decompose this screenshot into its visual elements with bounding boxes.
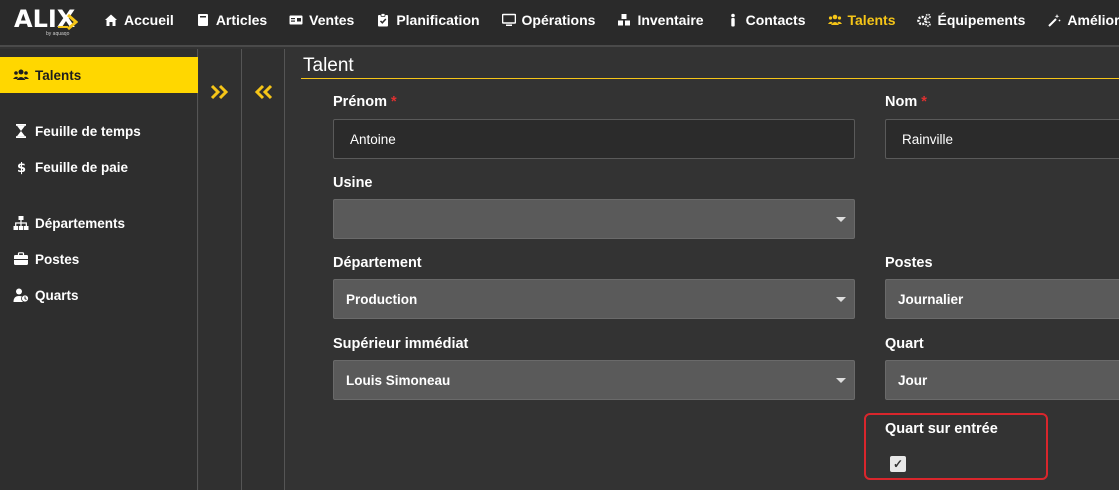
nav-inventaire[interactable]: Inventaire: [617, 12, 704, 28]
collapse-panel-column: [242, 49, 285, 490]
quart-value: Jour: [898, 372, 928, 388]
nav-articles[interactable]: Articles: [196, 12, 267, 28]
title-underline: [301, 78, 1119, 79]
expand-chevrons-icon[interactable]: [209, 82, 233, 104]
main-nav: Accueil Articles Ventes Planification Op…: [104, 0, 1119, 40]
clipboard-check-icon: [376, 13, 390, 27]
chevron-down-icon: [836, 217, 846, 222]
postes-label: Postes: [885, 255, 933, 271]
svg-text:ALIX: ALIX: [14, 5, 76, 33]
sidebar-item-label: Talents: [35, 67, 82, 83]
superieur-value: Louis Simoneau: [346, 372, 451, 388]
sidebar-item-postes[interactable]: Postes: [0, 241, 198, 277]
sidebar-item-talents[interactable]: Talents: [0, 57, 198, 93]
nav-label: Talents: [847, 12, 896, 28]
nav-label: Opérations: [521, 12, 596, 28]
nav-planification[interactable]: Planification: [376, 12, 480, 28]
collapse-chevrons-icon[interactable]: [252, 82, 276, 104]
postes-value: Journalier: [898, 291, 964, 307]
logo-subtitle: by aquaqo: [46, 31, 70, 37]
superieur-label: Supérieur immédiat: [333, 336, 469, 352]
briefcase-icon: [13, 251, 29, 267]
nav-label: Inventaire: [637, 12, 704, 28]
checkmark-icon: ✓: [892, 457, 904, 471]
quart-sur-entree-label: Quart sur entrée: [885, 421, 998, 437]
talent-form: Talent Prénom * Antoine Nom * Rainville Us…: [285, 49, 1119, 490]
hourglass-icon: [13, 123, 29, 139]
page-title: Talent: [303, 55, 354, 76]
gears-icon: [917, 13, 932, 27]
nav-ventes[interactable]: Ventes: [289, 12, 354, 28]
usine-label: Usine: [333, 175, 373, 191]
departement-label: Département: [333, 255, 422, 271]
postes-select[interactable]: Journalier: [885, 279, 1119, 319]
nav-contacts[interactable]: Contacts: [726, 12, 806, 28]
sidebar-item-label: Quarts: [35, 287, 79, 303]
nom-value: Rainville: [902, 131, 954, 147]
nav-label: Articles: [215, 12, 268, 28]
nav-talents[interactable]: Talents: [827, 12, 896, 28]
alix-logo[interactable]: ALIX by aquaqo: [14, 3, 79, 39]
sidebar-item-departements[interactable]: Départements: [0, 205, 198, 241]
nav-label: Équipements: [937, 12, 1026, 28]
magic-wand-icon: [1047, 13, 1061, 27]
chevron-down-icon: [836, 378, 846, 383]
nav-label: Planification: [396, 12, 480, 28]
book-icon: [196, 13, 210, 27]
prenom-value: Antoine: [350, 131, 396, 147]
monitor-icon: [501, 13, 516, 27]
nom-label-text: Nom: [885, 94, 918, 110]
home-icon: [104, 13, 118, 27]
sitemap-icon: [13, 215, 29, 231]
departement-value: Production: [346, 291, 418, 307]
prenom-label: Prénom *: [333, 94, 397, 110]
expand-panel-column: [199, 49, 242, 490]
required-marker: *: [391, 94, 397, 110]
users-icon: [13, 67, 29, 83]
sidebar-item-label: Départements: [35, 215, 126, 231]
usine-select[interactable]: [333, 199, 855, 239]
sidebar-item-label: Feuille de paie: [35, 159, 129, 175]
sidebar: Talents Feuille de temps $ Feuille de pa…: [0, 49, 198, 490]
sidebar-item-feuille-de-temps[interactable]: Feuille de temps: [0, 113, 198, 149]
superieur-select[interactable]: Louis Simoneau: [333, 360, 855, 400]
prenom-label-text: Prénom: [333, 94, 387, 110]
quart-label: Quart: [885, 336, 924, 352]
sidebar-item-label: Feuille de temps: [35, 123, 141, 139]
svg-text:$: $: [17, 161, 26, 175]
user-clock-icon: [13, 287, 29, 303]
nom-input[interactable]: Rainville: [885, 119, 1119, 159]
card-icon: [289, 13, 303, 27]
chevron-down-icon: [836, 297, 846, 302]
nav-label: Contacts: [745, 12, 806, 28]
dollar-icon: $: [13, 159, 29, 175]
top-navbar: ALIX by aquaqo Accueil Articles Ventes P…: [0, 0, 1119, 47]
sidebar-item-label: Postes: [35, 251, 80, 267]
nav-equipements[interactable]: Équipements: [917, 12, 1025, 28]
sidebar-item-quarts[interactable]: Quarts: [0, 277, 198, 313]
nav-operations[interactable]: Opérations: [501, 12, 596, 28]
quart-sur-entree-checkbox[interactable]: ✓: [890, 456, 906, 472]
nav-label: Améliora: [1067, 12, 1119, 28]
sidebar-item-feuille-de-paie[interactable]: $ Feuille de paie: [0, 149, 198, 185]
prenom-input[interactable]: Antoine: [333, 119, 855, 159]
required-marker: *: [921, 94, 927, 110]
nav-label: Ventes: [309, 12, 355, 28]
person-icon: [726, 13, 740, 27]
nav-ameliorations[interactable]: Améliora: [1047, 12, 1119, 28]
departement-select[interactable]: Production: [333, 279, 855, 319]
users-icon: [827, 13, 842, 27]
quart-select[interactable]: Jour: [885, 360, 1119, 400]
nom-label: Nom *: [885, 94, 927, 110]
nav-accueil[interactable]: Accueil: [104, 12, 174, 28]
cubes-icon: [617, 13, 631, 27]
nav-label: Accueil: [124, 12, 174, 28]
